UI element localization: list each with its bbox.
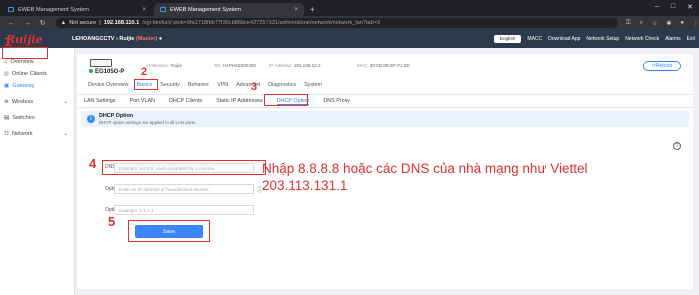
notice-title: DHCP Option: [99, 113, 134, 119]
device-model: EG105G-P: [89, 69, 124, 75]
menu-vpn[interactable]: VPN: [217, 82, 228, 88]
url-host: 192.168.110.1: [103, 20, 140, 26]
top-menu: Device Overview Basics Security Behavior…: [88, 82, 322, 88]
switch-icon: ▤: [4, 115, 10, 121]
close-tab-icon[interactable]: ×: [142, 7, 146, 13]
close-window-icon[interactable]: ✕: [687, 3, 693, 11]
tab-favicon-icon: [160, 7, 166, 12]
zoom-icon[interactable]: ⌕: [640, 20, 643, 27]
back-icon[interactable]: ←: [8, 20, 16, 27]
sidebar-item-gateway[interactable]: ▣ Gateway: [0, 80, 74, 92]
sub-tabs: LAN Settings Port VLAN DHCP Clients Stat…: [84, 98, 350, 105]
network-check-link[interactable]: Network Check: [625, 36, 659, 42]
alarms-link[interactable]: Alarms: [665, 36, 681, 42]
address-bar: ← → ↻ ▲ Not secure | 192.168.110.1/cgi-bi…: [0, 16, 699, 30]
forward-icon[interactable]: →: [24, 20, 32, 27]
download-app-link[interactable]: Download App: [548, 36, 580, 42]
network-icon: ☷: [4, 131, 10, 137]
device-ip: IP Address: 192.168.12.2: [269, 63, 321, 68]
menu-device-overview[interactable]: Device Overview: [88, 82, 128, 88]
wifi-icon: ≋: [4, 99, 9, 105]
annotation-note-line2: 203.113.131.1: [262, 178, 348, 193]
app-header: Ruijie LEHOANGCCTV › Ruijie (Master) ● E…: [0, 30, 699, 48]
window-controls: – □ ✕: [655, 3, 693, 11]
annotation-number-2: 2: [141, 66, 148, 78]
help-icon[interactable]: ?: [673, 142, 681, 150]
tab-lan-settings[interactable]: LAN Settings: [84, 98, 115, 105]
menu-system[interactable]: System: [304, 82, 322, 88]
annotation-box-save: [128, 220, 210, 242]
reboot-button[interactable]: ⟳ Reboot: [643, 61, 681, 71]
ruijie-logo: Ruijie: [6, 32, 43, 46]
key-icon[interactable]: ⚿: [626, 20, 631, 27]
close-tab-icon[interactable]: ×: [294, 7, 298, 13]
profile-icon[interactable]: ●: [680, 20, 684, 27]
annotation-note-line1: Nhập 8.8.8.8 hoặc các DNS của nhà mạng n…: [262, 161, 588, 176]
security-label: Not secure: [69, 20, 97, 26]
menu-security[interactable]: Security: [160, 82, 179, 88]
browser-window: EWEB Management System × EWEB Management …: [0, 0, 699, 295]
annotation-box-dhcp-option: [264, 94, 308, 106]
not-secure-icon: ▲: [60, 20, 67, 26]
url-field[interactable]: ▲ Not secure | 192.168.110.1/cgi-bin/luci…: [55, 18, 618, 28]
url-path: /cgi-bin/luci/;stok=9fa1718fbb77f36cb86b…: [142, 20, 381, 26]
tab-favicon-icon: [8, 7, 14, 12]
reload-icon[interactable]: ↻: [40, 19, 48, 27]
browser-menu-icon[interactable]: ⋮: [693, 20, 699, 27]
device-hostname: Hostname: Ruijie: [147, 63, 182, 68]
main-panel: EG105G-P Hostname: Ruijie SN: H1PH6Z0003…: [77, 54, 693, 289]
annotation-box-basics: [134, 79, 158, 90]
site-title[interactable]: LEHOANGCCTV › Ruijie (Master) ●: [72, 36, 162, 42]
overview-icon: ⌂: [4, 59, 8, 65]
tab-dhcp-clients[interactable]: DHCP Clients: [169, 98, 202, 105]
tab-title: EWEB Management System: [170, 6, 241, 13]
device-mac: MAC: 30:0D:9E:EF:F1:6D: [357, 63, 410, 68]
gateway-icon: ▣: [4, 83, 10, 89]
sidebar-item-online-clients[interactable]: ◎ Online Clients: [0, 68, 74, 80]
browser-tab-2[interactable]: EWEB Management System ×: [154, 3, 304, 16]
sidebar: ⌂ Overview ◎ Online Clients ▣ Gateway ≋ Wire…: [0, 48, 75, 295]
device-sn: SN: H1PH6Z000389: [214, 63, 256, 68]
minimize-icon[interactable]: –: [655, 3, 659, 11]
tab-title: EWEB Management System: [18, 6, 89, 13]
tab-dns-proxy[interactable]: DNS Proxy: [323, 98, 350, 105]
device-icon: [90, 59, 112, 67]
annotation-number-1: 1: [4, 34, 12, 49]
notice-text: DHCP option settings are applied to all …: [99, 120, 197, 125]
bookmark-star-icon[interactable]: ☆: [652, 20, 657, 27]
language-select[interactable]: English: [493, 35, 522, 43]
clients-icon: ◎: [4, 71, 9, 77]
menu-diagnostics[interactable]: Diagnostics: [268, 82, 296, 88]
exit-link[interactable]: Exit: [687, 36, 695, 42]
annotation-number-4: 4: [89, 156, 97, 171]
option43-input[interactable]: Enter an IP address or hexadecimal numbe…: [114, 184, 254, 194]
sidebar-item-wireless[interactable]: ≋ Wireless ⌄: [0, 96, 74, 108]
option138-input[interactable]: Example: 1.1.1.1: [114, 205, 254, 215]
extensions-icon[interactable]: ✱: [666, 20, 671, 27]
network-setup-link[interactable]: Network Setup: [586, 36, 619, 42]
menu-behavior[interactable]: Behavior: [188, 82, 209, 88]
annotation-number-5: 5: [108, 214, 116, 229]
info-notice: i DHCP Option DHCP option settings are a…: [81, 111, 689, 127]
info-icon: i: [87, 115, 95, 123]
maximize-icon[interactable]: □: [671, 3, 675, 11]
sidebar-item-network[interactable]: ☷ Network ⌄: [0, 128, 74, 140]
tab-static-ip[interactable]: Static IP Addresses: [216, 98, 263, 105]
tab-strip: EWEB Management System × EWEB Management …: [0, 0, 699, 16]
sidebar-item-switches[interactable]: ▤ Switches: [0, 112, 74, 124]
online-status-icon: [89, 69, 93, 73]
new-tab-icon[interactable]: +: [310, 5, 315, 14]
annotation-box-dns: [102, 160, 266, 175]
tab-port-vlan[interactable]: Port VLAN: [129, 98, 154, 105]
macc-link[interactable]: MACC: [527, 36, 542, 42]
browser-tab-1[interactable]: EWEB Management System ×: [2, 3, 152, 16]
annotation-number-3: 3: [251, 81, 258, 93]
